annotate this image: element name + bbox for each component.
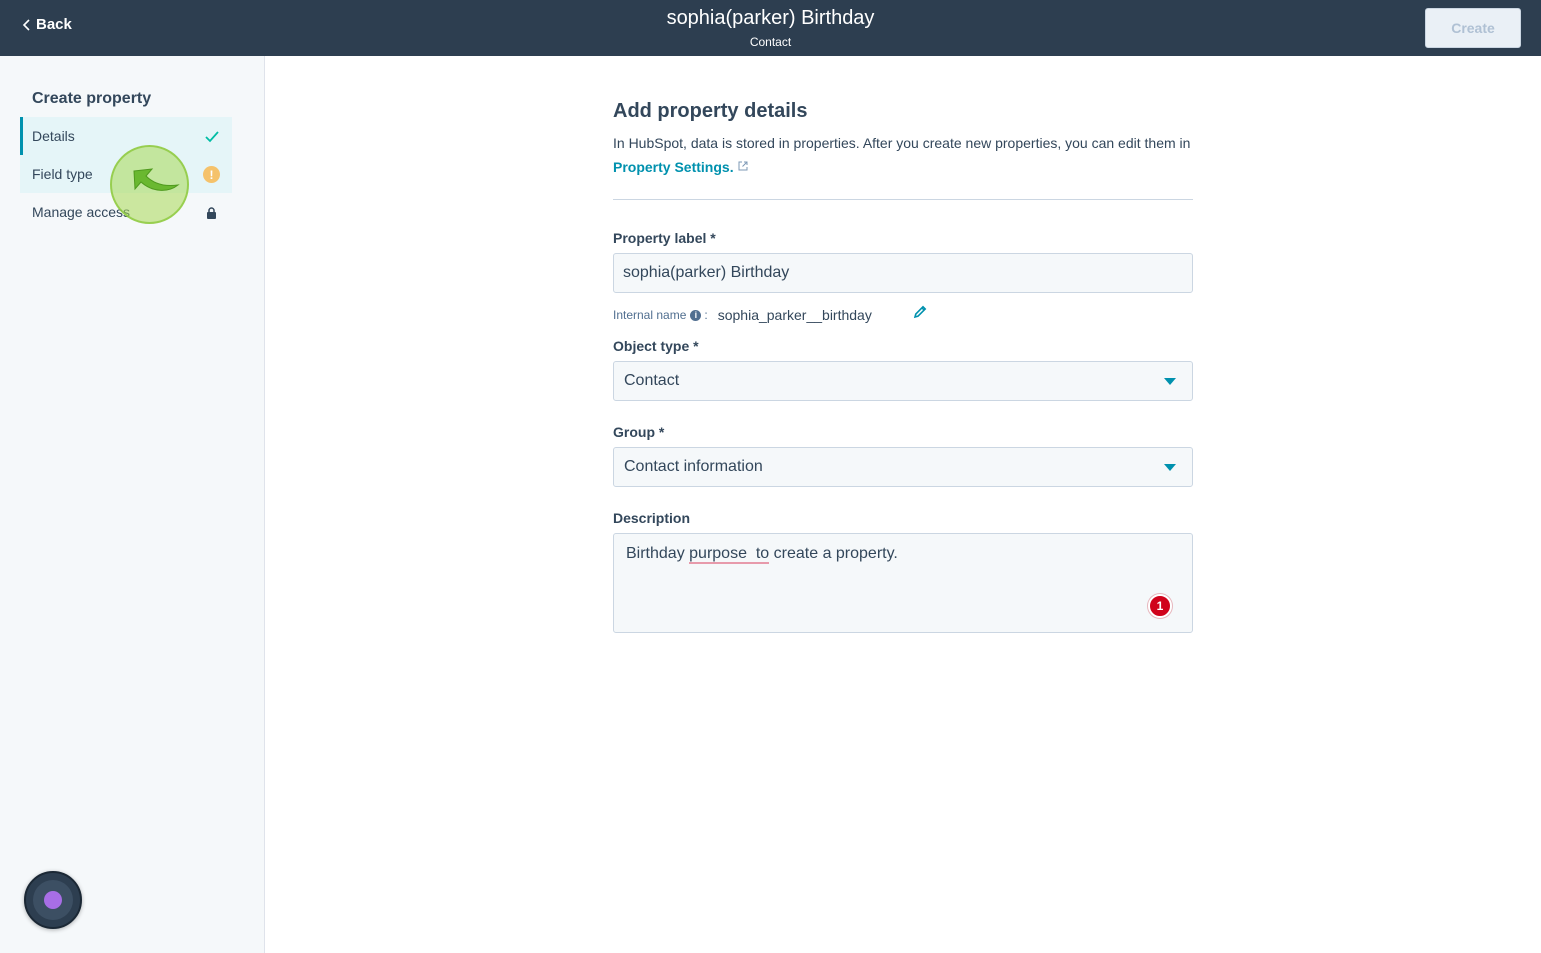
- form-heading: Add property details: [613, 100, 808, 122]
- lock-icon: [203, 204, 220, 221]
- internal-name-separator: :: [704, 308, 708, 322]
- internal-name-value: sophia_parker__birthday: [717, 307, 872, 323]
- description-text-after: create a property.: [769, 545, 898, 562]
- info-icon[interactable]: i: [690, 309, 702, 321]
- arrow-cursor-icon: [133, 168, 180, 191]
- property-label-value: sophia(parker) Birthday: [623, 264, 790, 281]
- warning-icon: !: [203, 166, 220, 183]
- caret-down-icon: [1164, 464, 1176, 471]
- page-subtitle: Contact: [749, 35, 792, 49]
- misspelled-text: purpose to: [689, 545, 770, 564]
- internal-name-row: Internal name i : sophia_parker__birthda…: [613, 307, 872, 323]
- group-label: Group *: [613, 424, 665, 440]
- group-select[interactable]: Contact information: [613, 447, 1193, 487]
- property-details-form: Add property details In HubSpot, data is…: [613, 100, 1193, 200]
- page-title: sophia(parker) Birthday: [666, 7, 875, 29]
- form-intro: In HubSpot, data is stored in properties…: [613, 131, 1193, 179]
- assistant-launcher-button[interactable]: [24, 871, 82, 929]
- sidebar-item-label: Manage access: [32, 204, 131, 220]
- description-text-before: Birthday: [626, 545, 690, 562]
- spellcheck-badge[interactable]: 1: [1148, 594, 1172, 618]
- description-textarea[interactable]: Birthday purpose to create a property. 1: [613, 533, 1193, 633]
- property-label-label: Property label *: [613, 230, 716, 246]
- create-button[interactable]: Create: [1425, 8, 1521, 48]
- pencil-edit-icon[interactable]: [913, 305, 927, 319]
- property-settings-link[interactable]: Property Settings.: [613, 159, 748, 175]
- object-type-value: Contact: [624, 372, 680, 389]
- external-link-icon: [738, 161, 748, 171]
- header-title-group: sophia(parker) Birthday Contact: [0, 6, 1541, 49]
- form-fields: Property label * sophia(parker) Birthday…: [613, 230, 1193, 650]
- section-divider: [613, 199, 1193, 200]
- caret-down-icon: [1164, 378, 1176, 385]
- top-bar: Back sophia(parker) Birthday Contact Cre…: [0, 0, 1541, 56]
- sidebar-item-details[interactable]: Details: [20, 117, 232, 155]
- object-type-select[interactable]: Contact: [613, 361, 1193, 401]
- sidebar-item-label: Field type: [32, 166, 93, 182]
- property-label-input[interactable]: sophia(parker) Birthday: [613, 253, 1193, 293]
- internal-name-label: Internal name: [613, 308, 687, 322]
- check-icon: [203, 128, 220, 145]
- assistant-icon: [33, 880, 73, 920]
- sidebar-item-label: Details: [32, 128, 75, 144]
- cursor-highlight: [110, 145, 189, 224]
- sidebar-title: Create property: [32, 90, 152, 107]
- group-value: Contact information: [624, 458, 763, 475]
- description-label: Description: [613, 510, 691, 526]
- object-type-label: Object type *: [613, 338, 699, 354]
- intro-text: In HubSpot, data is stored in properties…: [613, 135, 1191, 151]
